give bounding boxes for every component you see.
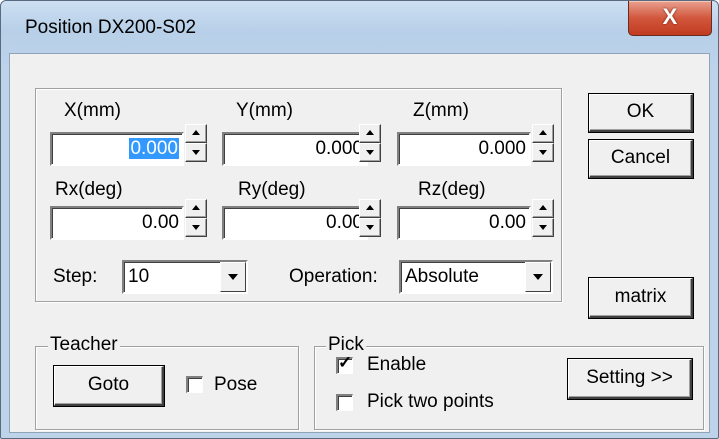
z-decrement-button[interactable]	[532, 143, 554, 162]
x-field[interactable]: 0.000	[50, 132, 184, 166]
arrow-up-icon	[366, 130, 374, 135]
rz-field[interactable]: 0.00	[397, 206, 531, 240]
operation-value: Absolute	[405, 266, 479, 287]
rz-label: Rz(deg)	[418, 179, 486, 200]
matrix-button[interactable]: matrix	[589, 278, 693, 318]
pose-checkbox[interactable]	[186, 376, 203, 393]
rz-increment-button[interactable]	[532, 199, 554, 218]
chevron-down-icon	[228, 274, 238, 280]
arrow-down-icon	[539, 225, 547, 230]
pose-label: Pose	[214, 374, 258, 395]
z-spinner[interactable]	[532, 124, 554, 162]
goto-button[interactable]: Goto	[54, 366, 164, 406]
rx-increment-button[interactable]	[185, 199, 207, 218]
ry-label: Ry(deg)	[238, 179, 306, 200]
rx-value: 0.00	[142, 212, 179, 233]
dialog-client-area: X(mm) Y(mm) Z(mm) 0.000 0.000 0.000 Rx(d…	[9, 53, 710, 433]
y-label: Y(mm)	[236, 100, 293, 121]
x-label: X(mm)	[64, 100, 121, 121]
ry-field[interactable]: 0.00	[222, 206, 368, 240]
teacher-legend: Teacher	[48, 334, 120, 356]
arrow-up-icon	[192, 130, 200, 135]
y-field[interactable]: 0.000	[222, 132, 368, 166]
x-decrement-button[interactable]	[185, 143, 207, 162]
z-increment-button[interactable]	[532, 124, 554, 143]
rz-spinner[interactable]	[532, 199, 554, 237]
rz-value: 0.00	[489, 212, 526, 233]
pick-two-points-checkbox[interactable]	[336, 394, 353, 411]
enable-label: Enable	[367, 354, 427, 375]
arrow-down-icon	[366, 150, 374, 155]
rx-decrement-button[interactable]	[185, 218, 207, 237]
x-spinner[interactable]	[185, 124, 207, 162]
ry-value: 0.00	[326, 212, 363, 233]
step-value: 10	[128, 266, 150, 287]
ry-decrement-button[interactable]	[359, 218, 381, 237]
step-dropdown-button[interactable]	[220, 262, 246, 292]
dialog-window: Position DX200-S02 X X(mm) Y(mm) Z(mm) 0…	[0, 0, 719, 439]
rx-spinner[interactable]	[185, 199, 207, 237]
x-increment-button[interactable]	[185, 124, 207, 143]
rx-field[interactable]: 0.00	[50, 206, 184, 240]
ry-spinner[interactable]	[359, 199, 381, 237]
y-decrement-button[interactable]	[359, 143, 381, 162]
arrow-down-icon	[192, 150, 200, 155]
operation-label: Operation:	[289, 266, 378, 287]
enable-checkbox[interactable]: ✓	[336, 353, 353, 374]
close-button[interactable]: X	[628, 1, 712, 36]
arrow-up-icon	[539, 205, 547, 210]
y-spinner[interactable]	[359, 124, 381, 162]
ry-increment-button[interactable]	[359, 199, 381, 218]
operation-select[interactable]: Absolute	[399, 260, 553, 294]
arrow-down-icon	[192, 225, 200, 230]
window-title: Position DX200-S02	[25, 17, 197, 38]
arrow-down-icon	[539, 150, 547, 155]
arrow-up-icon	[366, 205, 374, 210]
ok-button[interactable]: OK	[589, 94, 693, 132]
step-select[interactable]: 10	[122, 260, 248, 294]
chevron-down-icon	[533, 274, 543, 280]
y-value: 0.000	[315, 138, 363, 159]
cancel-button[interactable]: Cancel	[589, 140, 693, 178]
rz-decrement-button[interactable]	[532, 218, 554, 237]
z-label: Z(mm)	[413, 100, 469, 121]
close-icon: X	[662, 4, 678, 29]
setting-button[interactable]: Setting >>	[568, 359, 692, 399]
z-value: 0.000	[478, 138, 526, 159]
pick-two-points-label: Pick two points	[367, 391, 494, 412]
arrow-up-icon	[192, 205, 200, 210]
arrow-up-icon	[539, 130, 547, 135]
checkmark-icon: ✓	[338, 353, 353, 372]
z-field[interactable]: 0.000	[397, 132, 531, 166]
step-label: Step:	[53, 266, 98, 287]
arrow-down-icon	[366, 225, 374, 230]
y-increment-button[interactable]	[359, 124, 381, 143]
x-value: 0.000	[129, 138, 179, 159]
operation-dropdown-button[interactable]	[525, 262, 551, 292]
rx-label: Rx(deg)	[55, 179, 123, 200]
